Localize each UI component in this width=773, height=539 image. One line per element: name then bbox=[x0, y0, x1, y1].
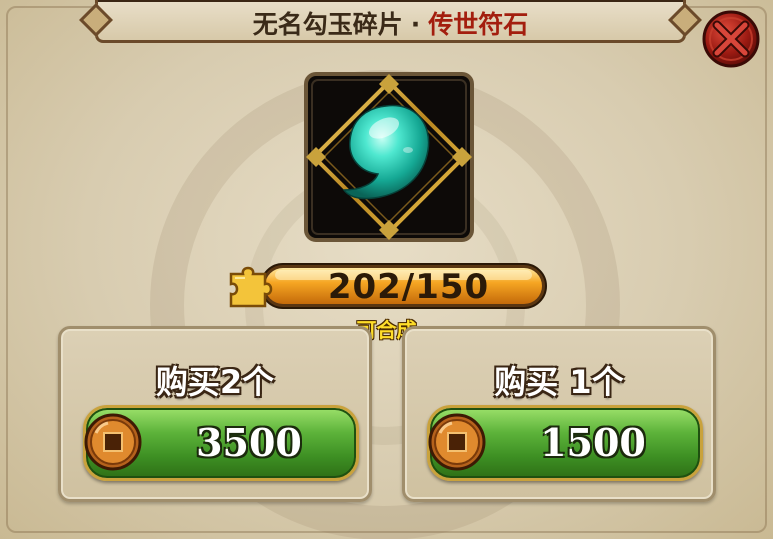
title-bar: 无名勾玉碎片 · 传世符石 bbox=[95, 0, 686, 43]
close-button[interactable] bbox=[700, 8, 762, 70]
price: 1500 bbox=[540, 420, 646, 465]
close-icon bbox=[702, 10, 760, 68]
buy-option-1: 购买 1个 1500 bbox=[402, 326, 716, 502]
item-type: 传世符石 bbox=[428, 10, 529, 39]
jade-magatama-icon bbox=[304, 72, 474, 242]
puzzle-piece-icon bbox=[229, 266, 273, 308]
price: 3500 bbox=[196, 420, 302, 465]
buy-option-label: 购买 1个 bbox=[494, 363, 624, 401]
buy-option-label: 购买2个 bbox=[155, 363, 275, 401]
item-icon-frame bbox=[300, 68, 478, 246]
title: 无名勾玉碎片 · 传世符石 bbox=[98, 5, 683, 41]
buy-option-2: 购买2个 3500 bbox=[58, 326, 372, 502]
buy-2-button[interactable]: 3500 bbox=[83, 405, 359, 481]
copper-coin-icon bbox=[428, 413, 486, 471]
title-separator: · bbox=[410, 10, 421, 39]
fragment-progress: 202/150 bbox=[225, 258, 550, 314]
progress-count: 202/150 bbox=[327, 267, 490, 307]
copper-coin-icon bbox=[84, 413, 142, 471]
item-detail-panel: 无名勾玉碎片 · 传世符石 202/150 可合成 购买2个 3500 购买 1… bbox=[0, 0, 773, 539]
buy-1-button[interactable]: 1500 bbox=[427, 405, 703, 481]
item-name: 无名勾玉碎片 bbox=[252, 10, 403, 39]
